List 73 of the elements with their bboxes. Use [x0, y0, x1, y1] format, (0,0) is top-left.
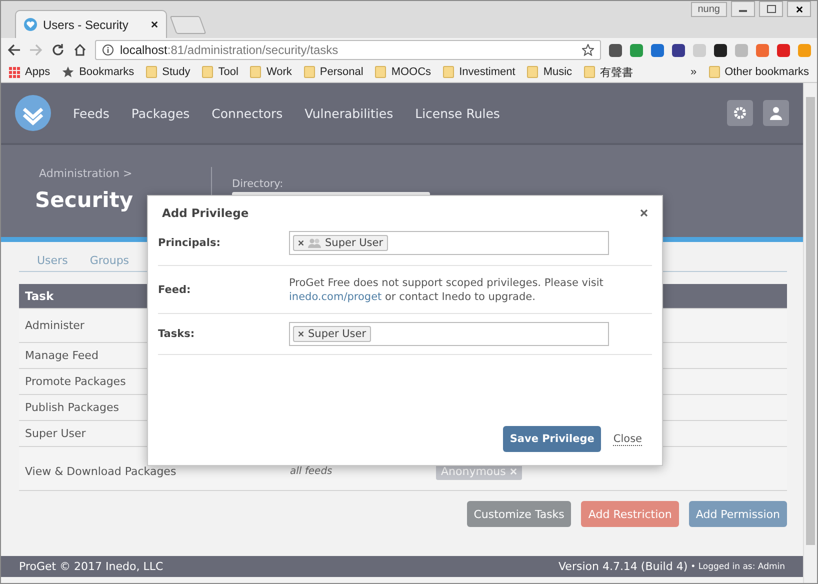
extension-icon[interactable]	[672, 44, 685, 56]
heart-icon	[24, 18, 37, 31]
bookmark-item[interactable]: Personal	[304, 66, 364, 78]
proget-link[interactable]: inedo.com/proget	[289, 290, 382, 302]
nav-link[interactable]: License Rules	[415, 106, 500, 120]
principals-field[interactable]: Super User	[289, 231, 609, 255]
star-icon[interactable]	[582, 44, 594, 56]
folder-icon	[250, 66, 262, 78]
save-privilege-button[interactable]: Save Privilege	[502, 426, 602, 452]
close-link[interactable]: Close	[613, 432, 642, 446]
bookmark-item[interactable]: Investiment	[443, 66, 516, 78]
nav-link[interactable]: Packages	[131, 106, 190, 120]
folder-icon	[443, 66, 454, 78]
bookmark-item[interactable]: Other bookmarks	[708, 66, 809, 78]
reload-icon[interactable]	[51, 43, 65, 57]
bookmark-item[interactable]: Tool	[202, 66, 238, 78]
settings-icon	[733, 106, 747, 120]
feed-notice: ProGet Free does not support scoped privileges. Please visit inedo.com/proget or contact Inedo to upgrade.	[289, 276, 604, 304]
home-icon[interactable]	[73, 43, 87, 57]
user-icon	[769, 106, 783, 120]
principal-tag: Super User	[293, 235, 388, 251]
bookmark-item[interactable]: MOOCs	[375, 66, 432, 78]
star-icon	[62, 66, 74, 78]
footer-login: • Logged in as: Admin	[690, 562, 785, 572]
extension-icon[interactable]	[714, 44, 727, 56]
bookmark-item[interactable]: Apps	[9, 66, 50, 78]
folder-icon	[304, 66, 315, 78]
nav-link[interactable]: Connectors	[212, 106, 283, 120]
close-icon[interactable]	[796, 6, 802, 12]
folder-icon	[584, 66, 596, 78]
minimize-button[interactable]	[731, 1, 755, 17]
bookmark-item[interactable]: 有聲書	[584, 64, 634, 80]
logo-icon[interactable]	[15, 95, 51, 131]
extension-icon[interactable]	[609, 44, 622, 56]
settings-button[interactable]	[727, 100, 753, 126]
info-icon	[102, 44, 114, 56]
folder-icon	[146, 66, 158, 78]
bookmarks-overflow[interactable]: »	[690, 66, 697, 78]
maximize-icon	[766, 5, 776, 13]
field-label: Feed:	[158, 284, 192, 296]
task-tag: Super User	[293, 326, 372, 342]
nav-link[interactable]: Feeds	[73, 106, 110, 120]
window-close-button[interactable]	[787, 1, 811, 17]
bookmark-item[interactable]: Work	[250, 66, 292, 78]
folder-icon	[708, 66, 720, 78]
folder-icon	[527, 66, 538, 78]
scope-text: all feeds	[290, 466, 332, 477]
folder-icon	[202, 66, 214, 78]
browser-tab[interactable]: Users - Security	[15, 10, 167, 38]
bookmark-item[interactable]: Bookmarks	[62, 66, 134, 78]
user-button[interactable]	[763, 100, 789, 126]
field-label: Principals:	[158, 237, 222, 249]
bookmark-item[interactable]: Study	[146, 66, 190, 78]
close-icon[interactable]	[151, 21, 158, 28]
address-bar[interactable]: localhost:81/administration/security/tasks	[95, 40, 601, 60]
tasks-field[interactable]: Super User	[289, 322, 609, 346]
group-icon	[308, 238, 321, 248]
footer-copyright: ProGet © 2017 Inedo, LLC	[19, 560, 164, 573]
scrollbar-thumb[interactable]	[806, 97, 815, 545]
page-title: Security	[35, 188, 134, 212]
directory-label: Directory:	[232, 178, 284, 190]
profile-button[interactable]: nung	[690, 2, 727, 16]
dialog-title: Add Privilege	[162, 206, 249, 220]
remove-icon[interactable]	[298, 331, 304, 337]
field-label: Tasks:	[158, 328, 196, 340]
apps-grid-icon	[9, 66, 20, 78]
maximize-button[interactable]	[759, 1, 783, 17]
bookmark-item[interactable]: Music	[527, 66, 572, 78]
footer-version: Version 4.7.14 (Build 4)	[558, 560, 688, 573]
remove-icon[interactable]	[298, 240, 304, 246]
folder-icon	[375, 66, 386, 78]
back-icon[interactable]	[7, 43, 21, 57]
nav-link[interactable]: Vulnerabilities	[304, 106, 394, 120]
